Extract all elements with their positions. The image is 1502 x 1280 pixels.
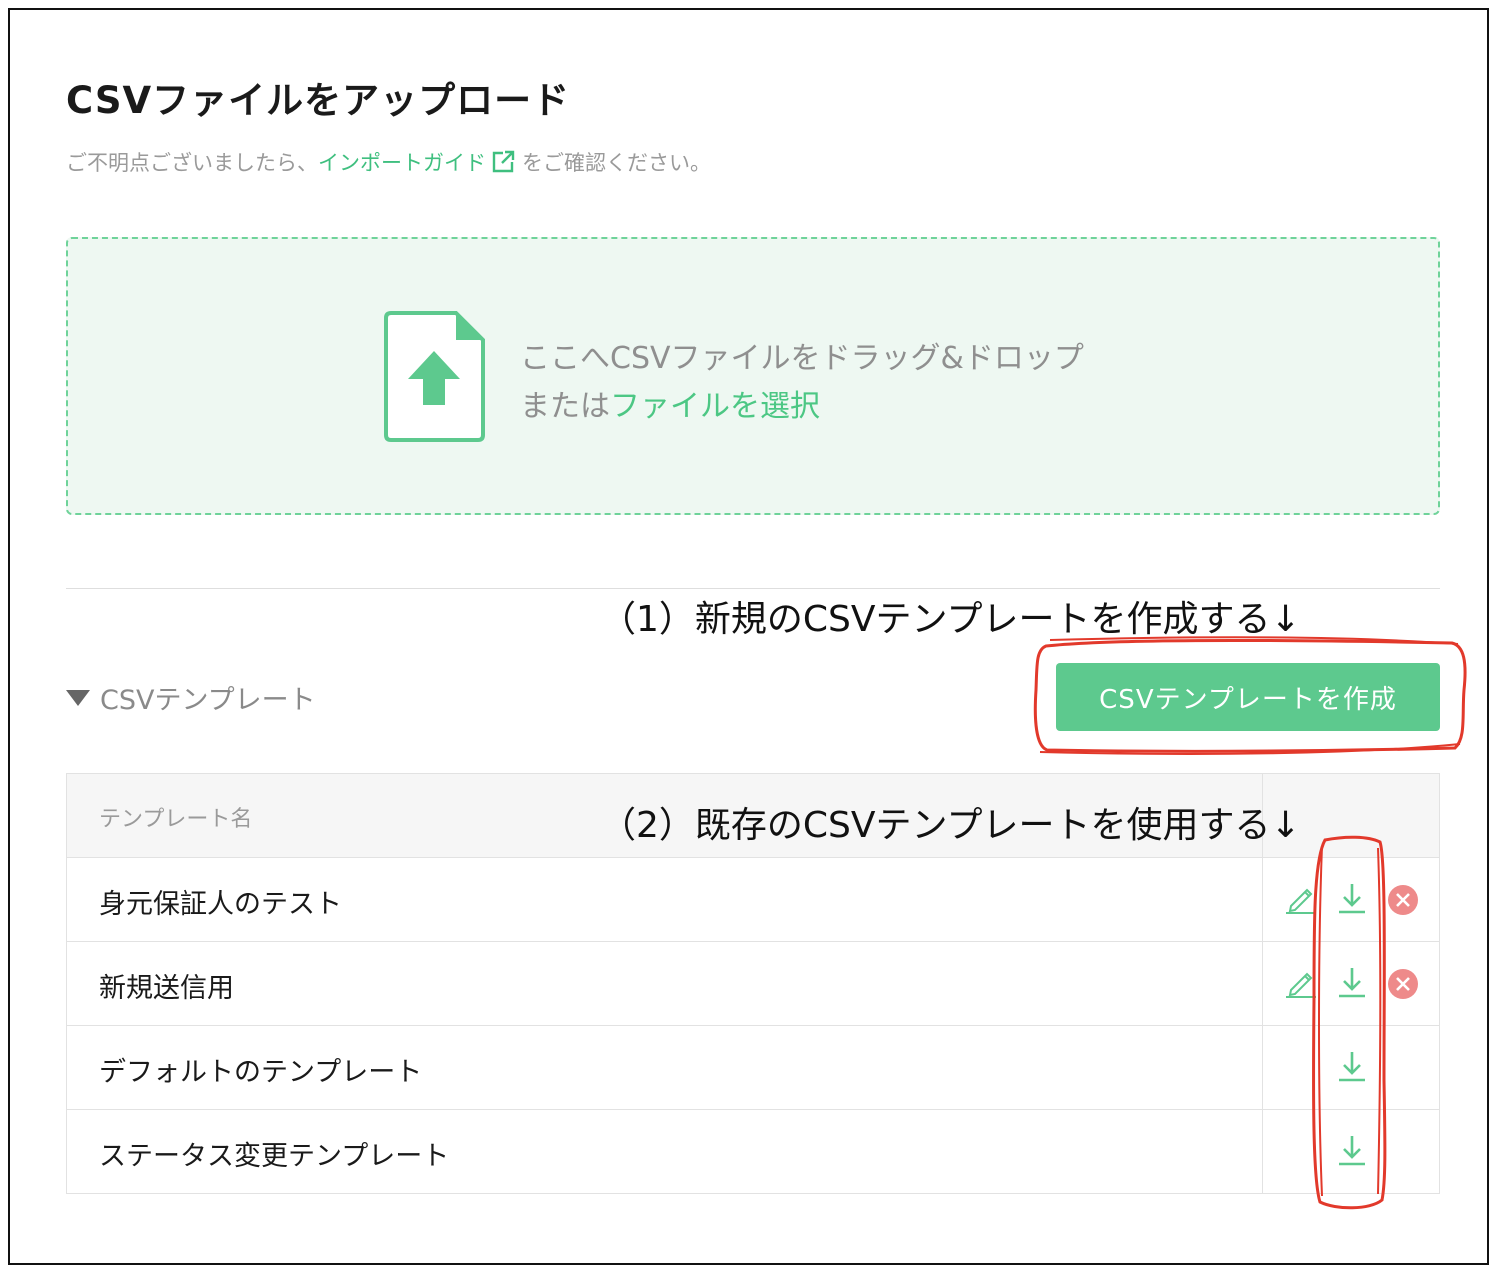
template-name: デフォルトのテンプレート (99, 1057, 423, 1088)
column-separator (1262, 858, 1263, 941)
row-actions (1279, 962, 1429, 1006)
table-row: ステータス変更テンプレート (67, 1109, 1439, 1193)
csv-template-section-toggle[interactable]: CSVテンプレート (66, 678, 316, 717)
csv-template-section-label: CSVテンプレート (100, 685, 316, 716)
download-icon[interactable] (1335, 880, 1369, 920)
file-upload-icon (384, 311, 486, 447)
download-icon[interactable] (1335, 1132, 1369, 1172)
row-actions (1279, 1130, 1429, 1174)
delete-icon[interactable] (1387, 968, 1419, 1004)
table-row: 身元保証人のテスト (67, 857, 1439, 941)
table-row: デフォルトのテンプレート (67, 1025, 1439, 1109)
annotation-create-note: （1）新規のCSVテンプレートを作成する↓ (600, 599, 1301, 640)
download-icon[interactable] (1335, 1048, 1369, 1088)
page-subtitle: ご不明点ございましたら、インポートガイド をご確認ください。 (66, 147, 711, 180)
dropzone-instruction: ここへCSVファイルをドラッグ&ドロップ (520, 341, 1084, 376)
caret-down-icon (66, 690, 90, 706)
row-actions (1279, 1046, 1429, 1090)
column-separator (1262, 942, 1263, 1025)
template-name: 身元保証人のテスト (99, 889, 342, 920)
import-guide-link[interactable]: インポートガイド (318, 151, 486, 175)
subtitle-suffix: をご確認ください。 (522, 151, 711, 175)
delete-icon[interactable] (1387, 884, 1419, 920)
column-separator (1262, 1110, 1263, 1193)
column-separator (1262, 1026, 1263, 1109)
create-csv-template-button[interactable]: CSVテンプレートを作成 (1056, 663, 1440, 731)
dropzone-or-text: または (520, 389, 610, 424)
select-file-link[interactable]: ファイルを選択 (610, 389, 820, 424)
table-row: 新規送信用 (67, 941, 1439, 1025)
pencil-icon[interactable] (1283, 880, 1319, 920)
annotation-use-note: （2）既存のCSVテンプレートを使用する↓ (600, 805, 1301, 846)
download-icon[interactable] (1335, 964, 1369, 1004)
dropzone-select-line: またはファイルを選択 (520, 381, 820, 425)
subtitle-prefix: ご不明点ございましたら、 (66, 151, 318, 175)
page-title: CSVファイルをアップロード (66, 79, 571, 122)
column-header-template-name: テンプレート名 (99, 807, 253, 832)
template-name: ステータス変更テンプレート (99, 1141, 450, 1172)
external-link-icon[interactable] (490, 149, 516, 180)
row-actions (1279, 878, 1429, 922)
section-divider (66, 588, 1440, 589)
pencil-icon[interactable] (1283, 964, 1319, 1004)
csv-dropzone[interactable]: ここへCSVファイルをドラッグ&ドロップ またはファイルを選択 (66, 237, 1440, 515)
template-name: 新規送信用 (99, 973, 234, 1004)
